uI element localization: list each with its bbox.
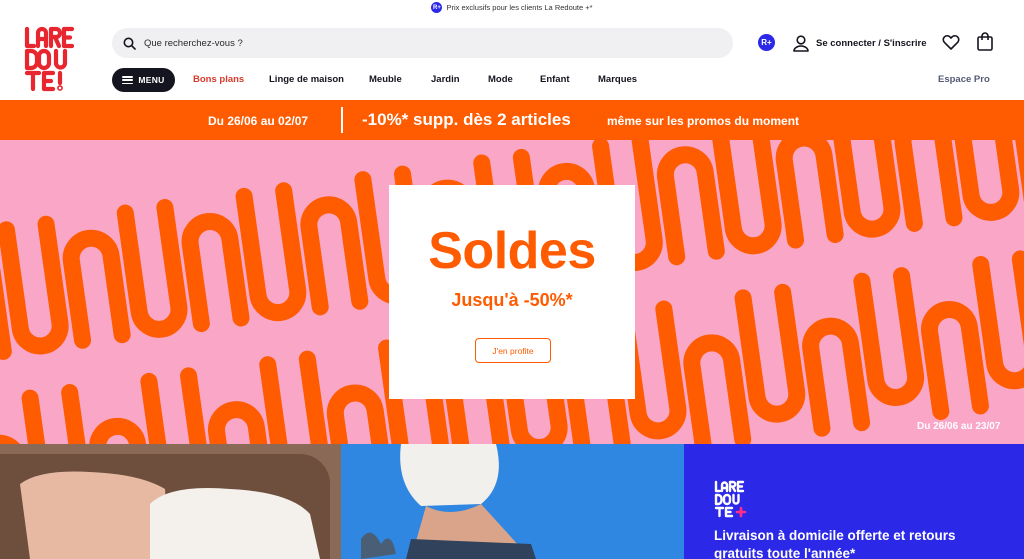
nav-item-jardin[interactable]: Jardin	[431, 74, 460, 85]
heart-icon[interactable]	[942, 33, 960, 51]
nav-item-meuble[interactable]: Meuble	[369, 74, 402, 85]
login-label: Se connecter / S'inscrire	[816, 37, 927, 49]
search-icon	[123, 37, 136, 50]
menu-label: MENU	[138, 75, 165, 85]
promo-strip[interactable]: Du 26/06 au 02/07 -10%* supp. dès 2 arti…	[0, 100, 1024, 140]
hero-date: Du 26/06 au 23/07	[917, 421, 1001, 432]
search-input[interactable]	[144, 37, 704, 49]
login-link[interactable]: Se connecter / S'inscrire	[793, 33, 927, 53]
nav-item-linge-de-maison[interactable]: Linge de maison	[269, 74, 344, 85]
laredoute-plus-logo	[714, 480, 747, 518]
redoute-plus-mini-icon: R+	[431, 2, 443, 13]
hero-subtitle: Jusqu'à -50%*	[451, 290, 573, 310]
redoute-plus-button[interactable]: R+	[758, 34, 775, 51]
user-icon	[793, 34, 809, 52]
promo-strip-headline: -10%* supp. dès 2 articles	[362, 110, 571, 129]
tile-mode-image[interactable]	[341, 444, 684, 559]
nav-item-marques[interactable]: Marques	[598, 74, 637, 85]
promo-strip-subline: même sur les promos du moment	[607, 114, 800, 128]
hero-cta-button[interactable]: J'en profite	[475, 338, 551, 363]
hero-title: Soldes	[428, 222, 596, 280]
bag-icon[interactable]	[976, 32, 994, 51]
promo-strip-date: Du 26/06 au 02/07	[208, 114, 309, 128]
laredoute-logo[interactable]	[24, 26, 90, 92]
tile-laredoute-plus[interactable]: Livraison à domicile offerte et retours …	[684, 444, 1024, 559]
nav-item-mode[interactable]: Mode	[488, 74, 513, 85]
top-promo-text: Prix exclusifs pour les clients La Redou…	[446, 3, 593, 12]
hero-card: Soldes Jusqu'à -50%* J'en profite	[389, 185, 635, 399]
nav-item-bons-plans[interactable]: Bons plans	[193, 74, 244, 85]
pillows-image	[0, 444, 341, 559]
menu-button[interactable]: MENU	[112, 68, 175, 92]
top-promo-bar[interactable]: R+ Prix exclusifs pour les clients La Re…	[0, 0, 1024, 15]
menu-icon	[122, 76, 134, 84]
laredoute-plus-text: Livraison à domicile offerte et retours …	[714, 528, 956, 559]
fashion-image	[341, 444, 684, 559]
espace-pro-link[interactable]: Espace Pro	[938, 74, 990, 85]
hero-banner[interactable]: Soldes Jusqu'à -50%* J'en profite Du 26/…	[0, 140, 1024, 444]
search-bar[interactable]	[112, 28, 733, 58]
tile-linge-image[interactable]	[0, 444, 341, 559]
nav-item-enfant[interactable]: Enfant	[540, 74, 570, 85]
promo-strip-divider	[341, 107, 343, 133]
